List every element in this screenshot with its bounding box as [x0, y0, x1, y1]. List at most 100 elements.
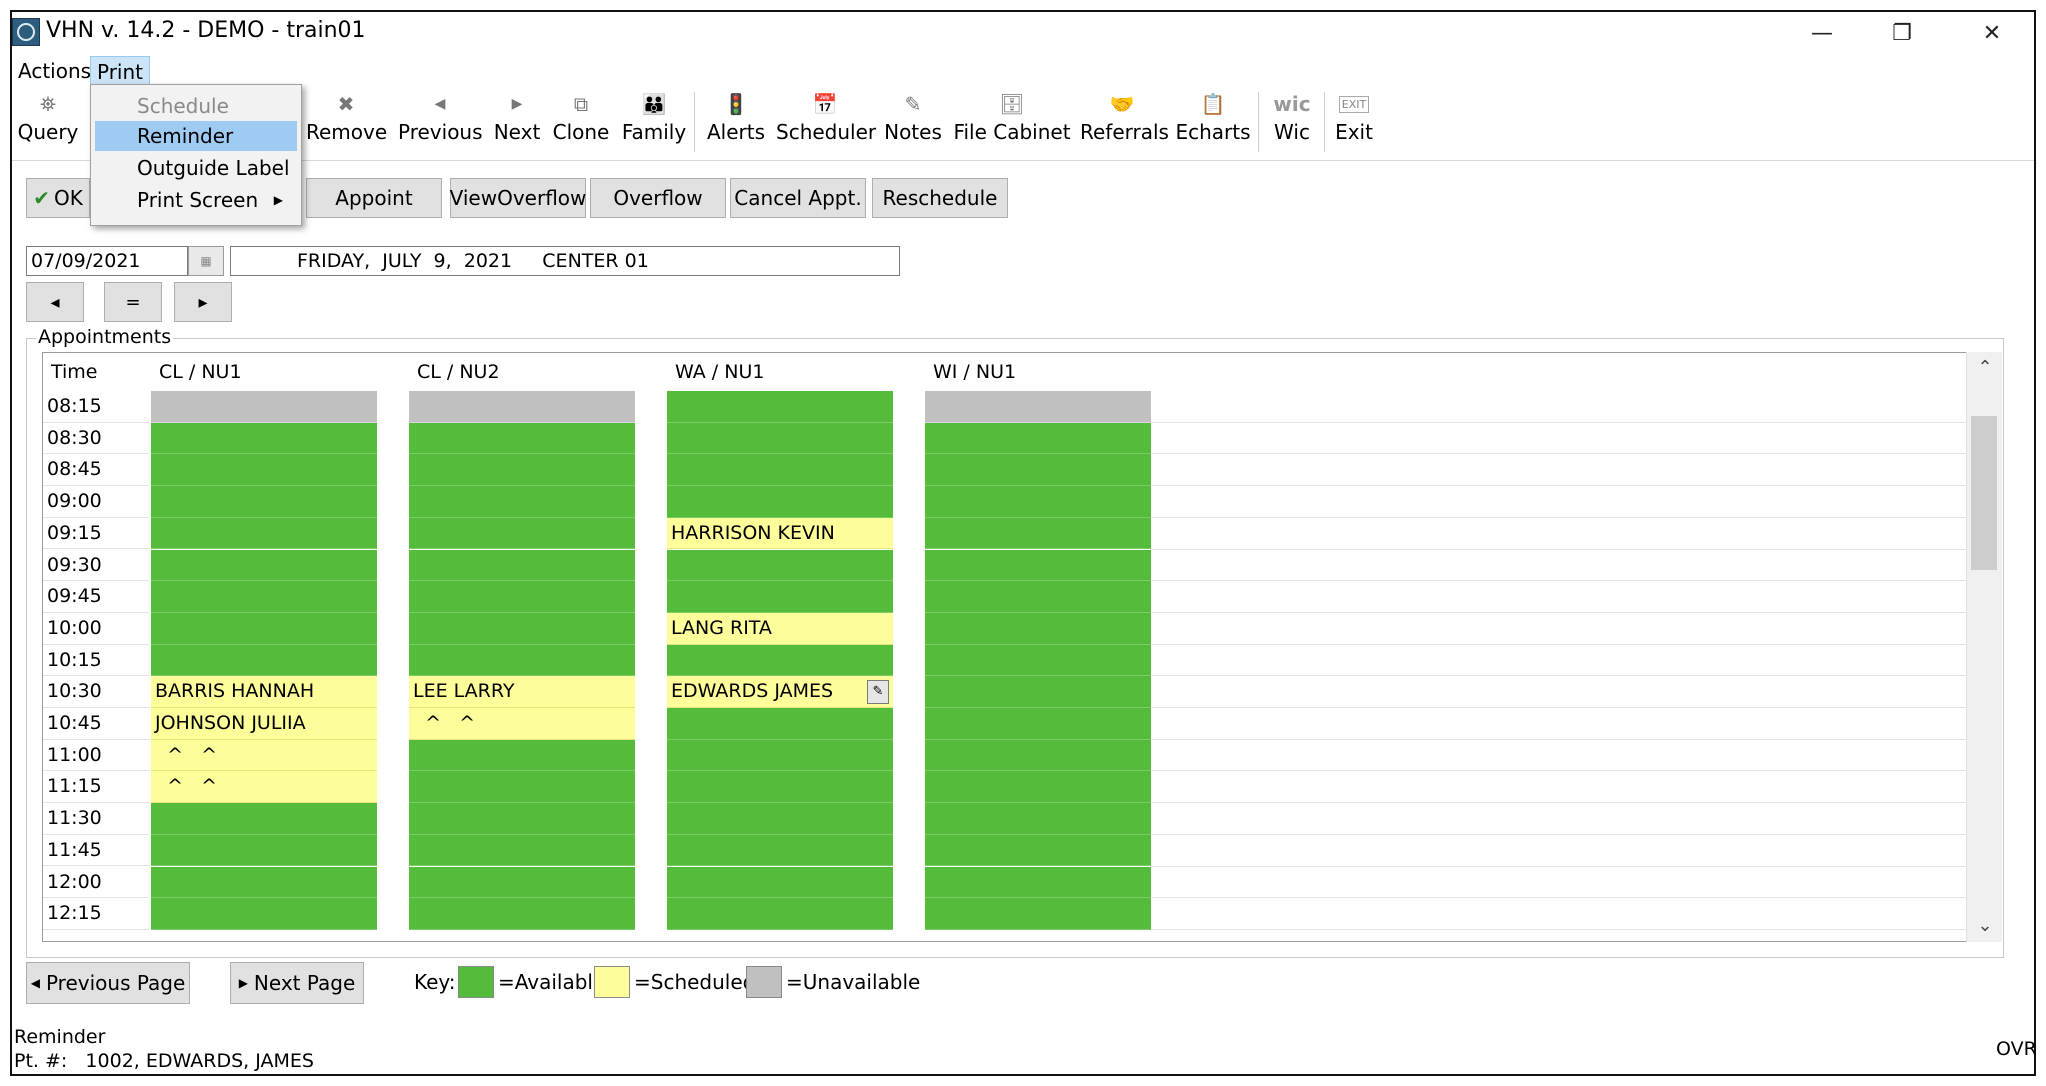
clone-button[interactable]: ⧉ Clone [552, 88, 610, 158]
print-menu-item[interactable]: Reminder [95, 121, 297, 151]
appointment-slot-available[interactable] [667, 549, 893, 582]
vertical-scrollbar[interactable]: ⌃ ⌄ [1966, 352, 2002, 942]
appointment-slot-available[interactable] [409, 771, 635, 804]
appointment-slot-available[interactable] [409, 866, 635, 899]
appointment-slot-available[interactable] [667, 644, 893, 677]
column-header[interactable]: WA / NU1 [667, 353, 893, 391]
print-menu-item[interactable]: Outguide Label [95, 153, 297, 183]
overflow-button[interactable]: Overflow [590, 178, 726, 218]
column-header[interactable]: CL / NU1 [151, 353, 377, 391]
appointment-slot-available[interactable] [925, 486, 1151, 518]
appointment-slot-scheduled[interactable]: ^ ^ [409, 708, 635, 740]
appointment-slot-available[interactable] [409, 612, 635, 645]
appointment-slot-available[interactable] [409, 644, 635, 677]
column-header[interactable]: WI / NU1 [925, 353, 1151, 391]
appointment-slot-available[interactable] [409, 834, 635, 867]
echarts-button[interactable]: 📋 Echarts [1174, 88, 1252, 158]
date-input[interactable]: 07/09/2021 [26, 246, 188, 276]
appointment-slot-available[interactable] [151, 898, 377, 930]
appointment-slot-available[interactable] [925, 866, 1151, 899]
appointment-slot-scheduled[interactable]: JOHNSON JULIIA [151, 708, 377, 740]
appointment-slot-scheduled[interactable]: LANG RITA [667, 612, 893, 645]
appointment-slot-unavailable[interactable] [925, 391, 1151, 423]
edit-pencil-icon[interactable]: ✎ [867, 680, 889, 705]
appointment-slot-available[interactable] [925, 739, 1151, 772]
appointment-slot-available[interactable] [409, 454, 635, 487]
appointment-slot-available[interactable] [151, 803, 377, 835]
appointment-slot-available[interactable] [151, 834, 377, 867]
appointment-slot-available[interactable] [925, 549, 1151, 582]
appointment-slot-available[interactable] [667, 391, 893, 423]
family-button[interactable]: 👪 Family [620, 88, 688, 158]
appoint-button[interactable]: Appoint [306, 178, 442, 218]
appointment-slot-available[interactable] [925, 612, 1151, 645]
appointment-slot-available[interactable] [667, 708, 893, 740]
appointment-slot-available[interactable] [151, 866, 377, 899]
appointment-slot-available[interactable] [409, 422, 635, 455]
restore-button[interactable]: ❐ [1864, 12, 1940, 54]
notes-button[interactable]: ✎ Notes [884, 88, 942, 158]
appointment-slot-available[interactable] [409, 739, 635, 772]
scheduler-button[interactable]: 📅 Scheduler [776, 88, 876, 158]
appointment-slot-available[interactable] [151, 422, 377, 455]
appointment-slot-available[interactable] [667, 803, 893, 835]
appointment-slot-available[interactable] [667, 739, 893, 772]
appointment-slot-available[interactable] [151, 454, 377, 487]
reschedule-button[interactable]: Reschedule [872, 178, 1008, 218]
appointment-slot-available[interactable] [409, 803, 635, 835]
appointment-slot-available[interactable] [667, 771, 893, 804]
appointment-slot-available[interactable] [925, 771, 1151, 804]
referrals-button[interactable]: 🤝 Referrals [1080, 88, 1169, 158]
ok-button[interactable]: ✔ OK [26, 178, 90, 218]
close-button[interactable]: ✕ [1954, 12, 2030, 54]
menu-print[interactable]: Print [90, 56, 151, 86]
appointment-slot-available[interactable] [925, 422, 1151, 455]
appointment-slot-available[interactable] [151, 549, 377, 582]
appointment-slot-available[interactable] [925, 803, 1151, 835]
query-button[interactable]: ⛯ Query [14, 88, 82, 158]
view-overflow-button[interactable]: ViewOverflow [450, 178, 586, 218]
previous-page-button[interactable]: ◀ Previous Page [26, 962, 190, 1004]
scroll-down-icon[interactable]: ⌄ [1967, 910, 2003, 942]
next-page-button[interactable]: ▶ Next Page [230, 962, 364, 1004]
appointment-slot-available[interactable] [667, 581, 893, 613]
appointment-slot-available[interactable] [409, 517, 635, 550]
appointment-slot-available[interactable] [925, 454, 1151, 487]
calendar-picker-icon[interactable]: ▦ [188, 246, 224, 276]
appointment-slot-available[interactable] [925, 834, 1151, 867]
print-menu-item[interactable]: Print Screen ▶ [95, 185, 297, 215]
appointment-slot-available[interactable] [151, 517, 377, 550]
appointment-slot-available[interactable] [925, 581, 1151, 613]
file-cabinet-button[interactable]: 🗄 File Cabinet [952, 88, 1072, 158]
appointment-slot-available[interactable] [151, 486, 377, 518]
appointment-slot-available[interactable] [409, 549, 635, 582]
appointment-slot-available[interactable] [925, 517, 1151, 550]
appointment-slot-available[interactable] [667, 866, 893, 899]
appointment-slot-scheduled[interactable]: ^ ^ [151, 771, 377, 804]
appointment-slot-available[interactable] [151, 581, 377, 613]
appointment-slot-available[interactable] [667, 454, 893, 487]
appointment-slot-unavailable[interactable] [409, 391, 635, 423]
appointment-slot-available[interactable] [409, 581, 635, 613]
appointment-slot-scheduled[interactable]: HARRISON KEVIN [667, 517, 893, 550]
appointment-slot-scheduled[interactable]: LEE LARRY [409, 676, 635, 708]
appointment-slot-available[interactable] [925, 676, 1151, 708]
appointment-slot-available[interactable] [409, 898, 635, 930]
appointment-slot-available[interactable] [667, 898, 893, 930]
appointment-slot-available[interactable] [667, 486, 893, 518]
appointment-slot-scheduled[interactable]: BARRIS HANNAH [151, 676, 377, 708]
exit-button[interactable]: EXIT Exit [1332, 88, 1376, 158]
wic-button[interactable]: wic Wic [1268, 88, 1316, 158]
appointment-slot-scheduled[interactable]: EDWARDS JAMES [667, 676, 893, 708]
appointment-slot-unavailable[interactable] [151, 391, 377, 423]
today-button[interactable]: = [104, 282, 162, 322]
appointment-slot-available[interactable] [925, 898, 1151, 930]
appointment-slot-scheduled[interactable]: ^ ^ [151, 739, 377, 772]
alerts-button[interactable]: 🚦 Alerts [706, 88, 766, 158]
remove-button[interactable]: ✖ Remove [306, 88, 387, 158]
appointment-slot-available[interactable] [151, 612, 377, 645]
appointment-slot-available[interactable] [151, 644, 377, 677]
appointment-slot-available[interactable] [667, 422, 893, 455]
next-day-button[interactable]: ▸ [174, 282, 232, 322]
appointment-slot-available[interactable] [667, 834, 893, 867]
